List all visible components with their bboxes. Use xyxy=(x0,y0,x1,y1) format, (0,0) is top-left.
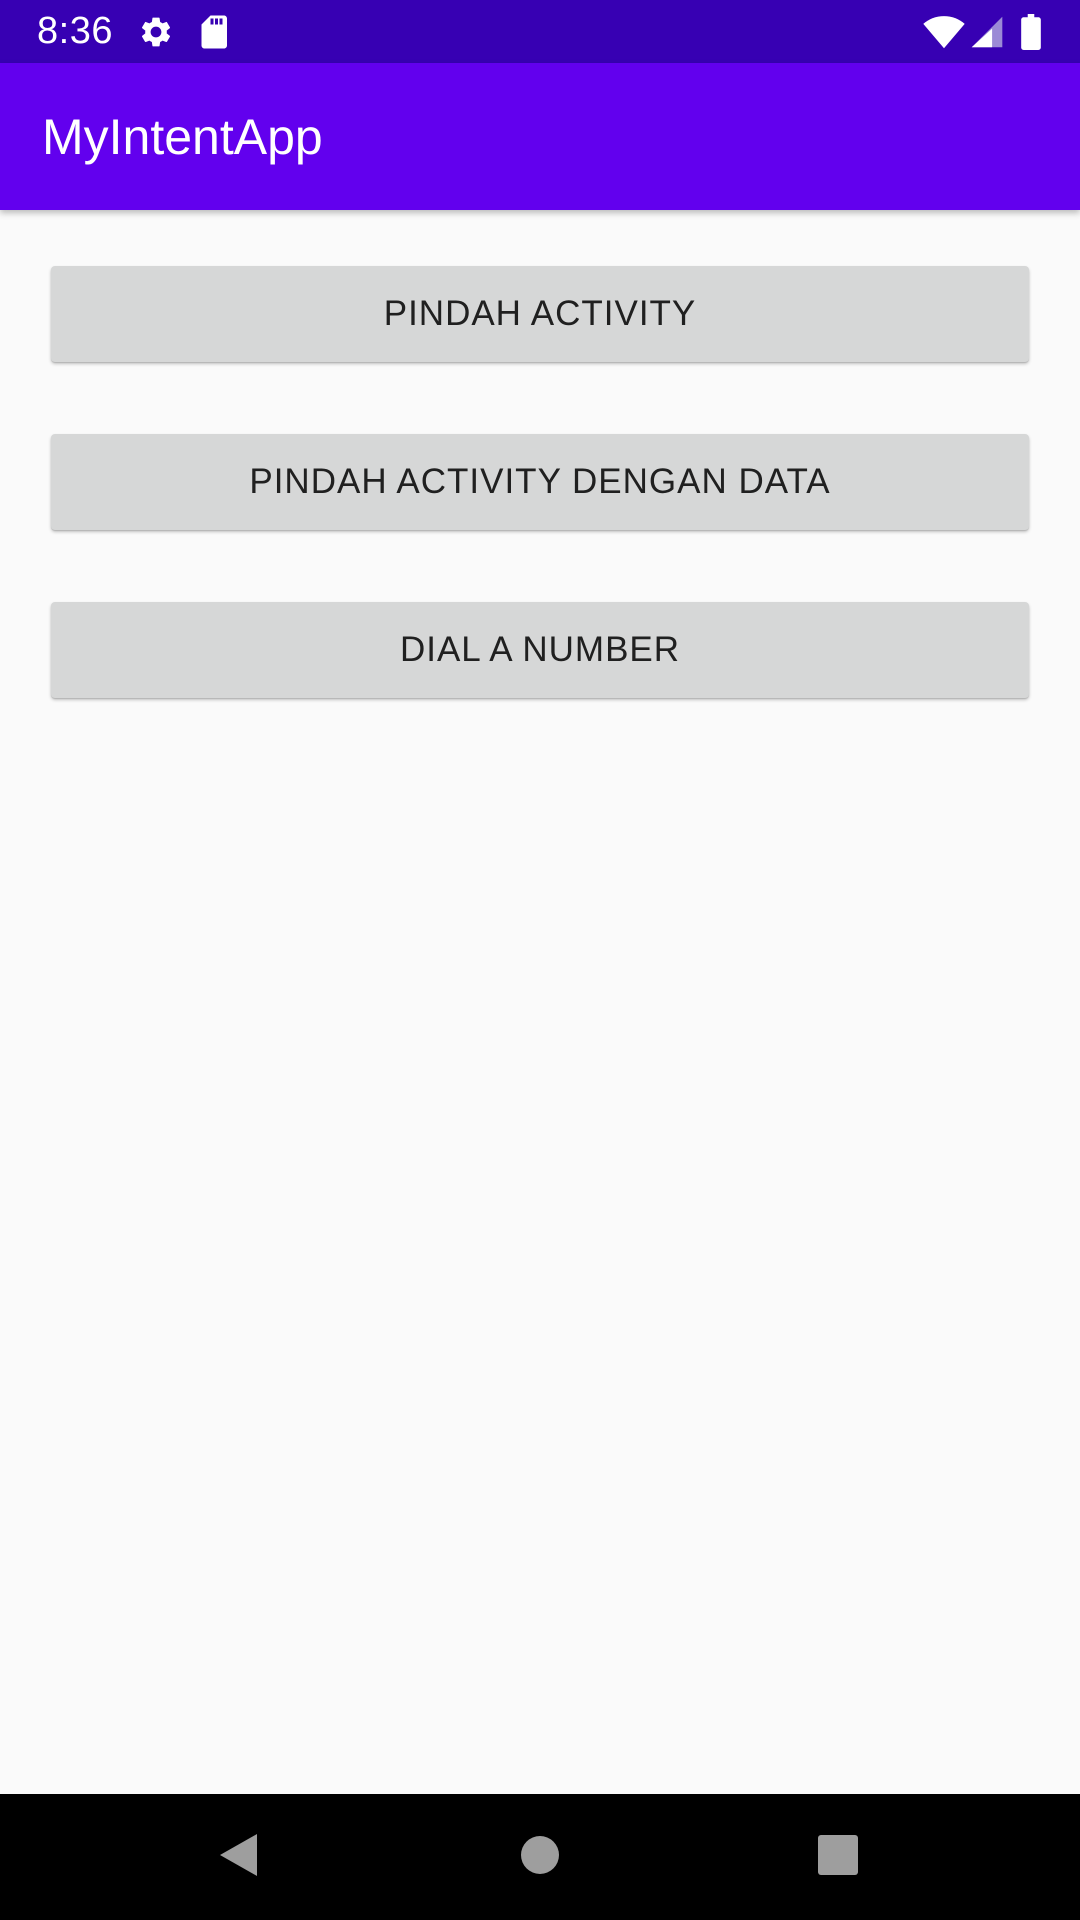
navigation-bar xyxy=(0,1794,1080,1920)
pindah-activity-dengan-data-button[interactable]: PINDAH ACTIVITY DENGAN DATA xyxy=(51,434,1029,530)
app-title: MyIntentApp xyxy=(42,109,323,165)
back-button[interactable] xyxy=(178,1794,298,1920)
home-button[interactable] xyxy=(480,1794,600,1920)
back-icon xyxy=(217,1832,259,1883)
app-bar: MyIntentApp xyxy=(0,63,1080,210)
dial-a-number-button[interactable]: DIAL A NUMBER xyxy=(51,602,1029,698)
battery-icon xyxy=(1020,0,1042,63)
pindah-activity-button[interactable]: PINDAH ACTIVITY xyxy=(51,266,1029,362)
status-bar: 8:36 xyxy=(0,0,1080,63)
main-content: PINDAH ACTIVITY PINDAH ACTIVITY DENGAN D… xyxy=(0,210,1080,1794)
settings-icon xyxy=(138,0,174,63)
recents-button[interactable] xyxy=(778,1794,898,1920)
recents-icon xyxy=(818,1834,858,1880)
home-icon xyxy=(520,1835,560,1880)
sd-card-icon xyxy=(200,0,230,63)
cell-signal-icon xyxy=(970,0,1004,63)
status-time: 8:36 xyxy=(37,10,113,52)
wifi-icon xyxy=(922,0,966,63)
